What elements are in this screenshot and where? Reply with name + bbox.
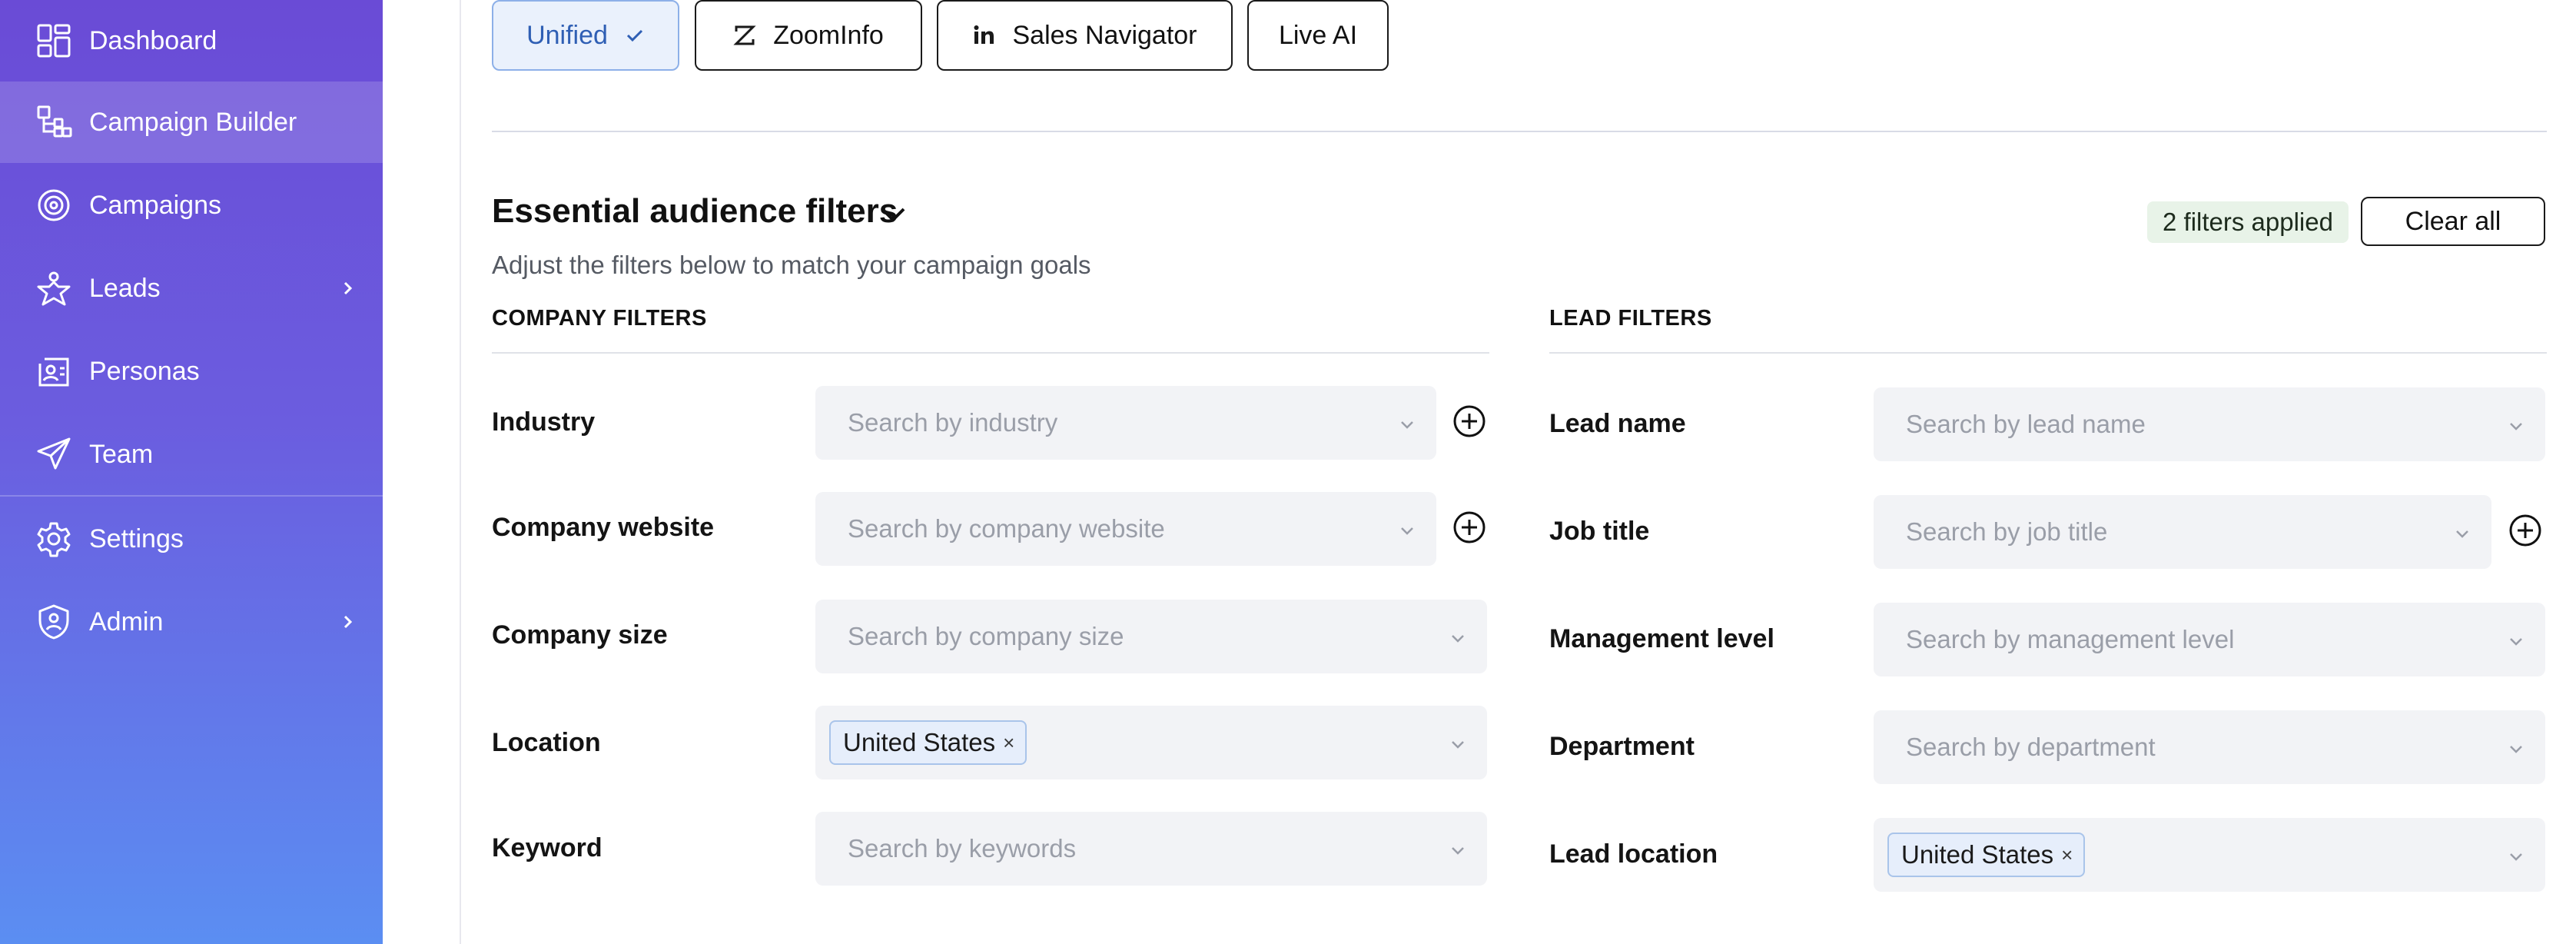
lead-location-select[interactable]: United States × [1874,818,2545,892]
sidebar-item-label: Dashboard [89,25,217,55]
chevron-down-icon [2510,746,2522,753]
sidebar-item-campaigns[interactable]: Campaigns [0,165,383,246]
chevron-down-icon [2510,853,2522,861]
star-person-icon [37,271,71,306]
tab-label: Unified [526,20,608,50]
sidebar-item-label: Campaigns [89,190,221,220]
keyword-select[interactable]: Search by keywords [815,812,1487,886]
sidebar-item-label: Personas [89,356,200,386]
department-select[interactable]: Search by department [1874,710,2545,784]
chip-label: United States [1901,840,2054,869]
lead-location-chip[interactable]: United States × [1887,833,2086,877]
add-job-title-icon[interactable] [2508,514,2542,547]
sidebar-item-settings[interactable]: Settings [0,498,383,580]
chevron-right-icon [344,281,353,295]
remove-chip-icon[interactable]: × [2061,843,2073,867]
company-website-label: Company website [492,513,715,542]
sidebar: Dashboard Campaign Builder Campaigns Lea… [0,0,383,944]
location-chip[interactable]: United States × [829,720,1027,765]
industry-select[interactable]: Search by industry [815,386,1436,460]
zoominfo-icon [733,25,756,45]
gear-icon [37,522,71,557]
target-icon [38,189,70,221]
gutter [383,0,461,944]
industry-placeholder: Search by industry [848,408,1058,437]
send-icon [37,437,71,470]
job-title-placeholder: Search by job title [1906,517,2108,546]
tab-unified[interactable]: Unified [492,0,679,71]
industry-label: Industry [492,407,596,437]
tab-zoominfo[interactable]: ZoomInfo [695,0,922,71]
lead-name-select[interactable]: Search by lead name [1874,387,2545,461]
sidebar-item-dashboard[interactable]: Dashboard [0,0,383,81]
company-website-select[interactable]: Search by company website [815,492,1436,566]
chevron-right-icon [344,615,353,629]
location-select[interactable]: United States × [815,706,1487,779]
chevron-down-icon [2456,530,2468,538]
chevron-down-icon [1401,421,1413,429]
sidebar-item-campaign-builder[interactable]: Campaign Builder [0,81,383,163]
tab-label: Live AI [1278,20,1358,50]
add-industry-icon[interactable] [1452,404,1486,438]
sidebar-item-label: Team [89,439,154,469]
divider [492,352,1489,354]
sidebar-item-label: Admin [89,607,164,637]
management-level-placeholder: Search by management level [1906,625,2235,653]
sidebar-item-personas[interactable]: Personas [0,331,383,412]
chevron-down-icon [1401,527,1413,535]
location-label: Location [492,728,601,757]
company-size-label: Company size [492,620,668,650]
company-size-select[interactable]: Search by company size [815,600,1487,673]
dashboard-icon [37,24,71,58]
keyword-placeholder: Search by keywords [848,834,1077,863]
chevron-down-icon[interactable] [876,197,910,231]
sidebar-divider [0,495,383,497]
management-level-label: Management level [1549,624,1774,653]
filters-applied-badge: 2 filters applied [2147,201,2349,243]
department-label: Department [1549,732,1695,761]
add-company-website-icon[interactable] [1452,510,1486,544]
section-subtitle: Adjust the filters below to match your c… [492,251,1091,279]
sidebar-item-leads[interactable]: Leads [0,248,383,329]
sidebar-item-label: Leads [89,273,161,303]
sidebar-item-team[interactable]: Team [0,414,383,495]
department-placeholder: Search by department [1906,733,2156,761]
company-website-placeholder: Search by company website [848,514,1165,543]
keyword-label: Keyword [492,833,603,863]
campaign-builder-icon [37,105,72,138]
chevron-down-icon [1452,635,1464,643]
chip-label: United States [843,728,996,756]
linkedin-icon [974,25,994,44]
company-filters-heading: COMPANY FILTERS [492,306,707,331]
sidebar-item-label: Settings [89,524,184,553]
lead-location-label: Lead location [1549,839,1718,869]
remove-chip-icon[interactable]: × [1003,731,1014,755]
id-card-icon [38,357,69,387]
company-size-placeholder: Search by company size [848,622,1124,650]
sidebar-item-label: Campaign Builder [89,107,297,137]
check-icon [626,29,642,42]
lead-name-placeholder: Search by lead name [1906,410,2146,438]
tab-label: ZoomInfo [773,20,884,50]
tab-live-ai[interactable]: Live AI [1247,0,1389,71]
chevron-down-icon [2510,423,2522,430]
lead-filters-heading: LEAD FILTERS [1549,306,1712,331]
chevron-down-icon [1452,741,1464,749]
sidebar-item-admin[interactable]: Admin [0,581,383,663]
tab-label: Sales Navigator [1012,20,1197,50]
clear-all-button[interactable]: Clear all [2361,197,2545,246]
section-title: Essential audience filters [492,192,898,230]
divider [1549,352,2547,354]
divider [492,131,2547,132]
management-level-select[interactable]: Search by management level [1874,603,2545,676]
lead-name-label: Lead name [1549,409,1686,438]
job-title-select[interactable]: Search by job title [1874,495,2491,569]
chevron-down-icon [2510,638,2522,646]
content-border [460,0,461,944]
shield-user-icon [38,604,69,640]
chevron-down-icon [1452,847,1464,855]
job-title-label: Job title [1549,517,1650,546]
tab-sales-navigator[interactable]: Sales Navigator [937,0,1233,71]
